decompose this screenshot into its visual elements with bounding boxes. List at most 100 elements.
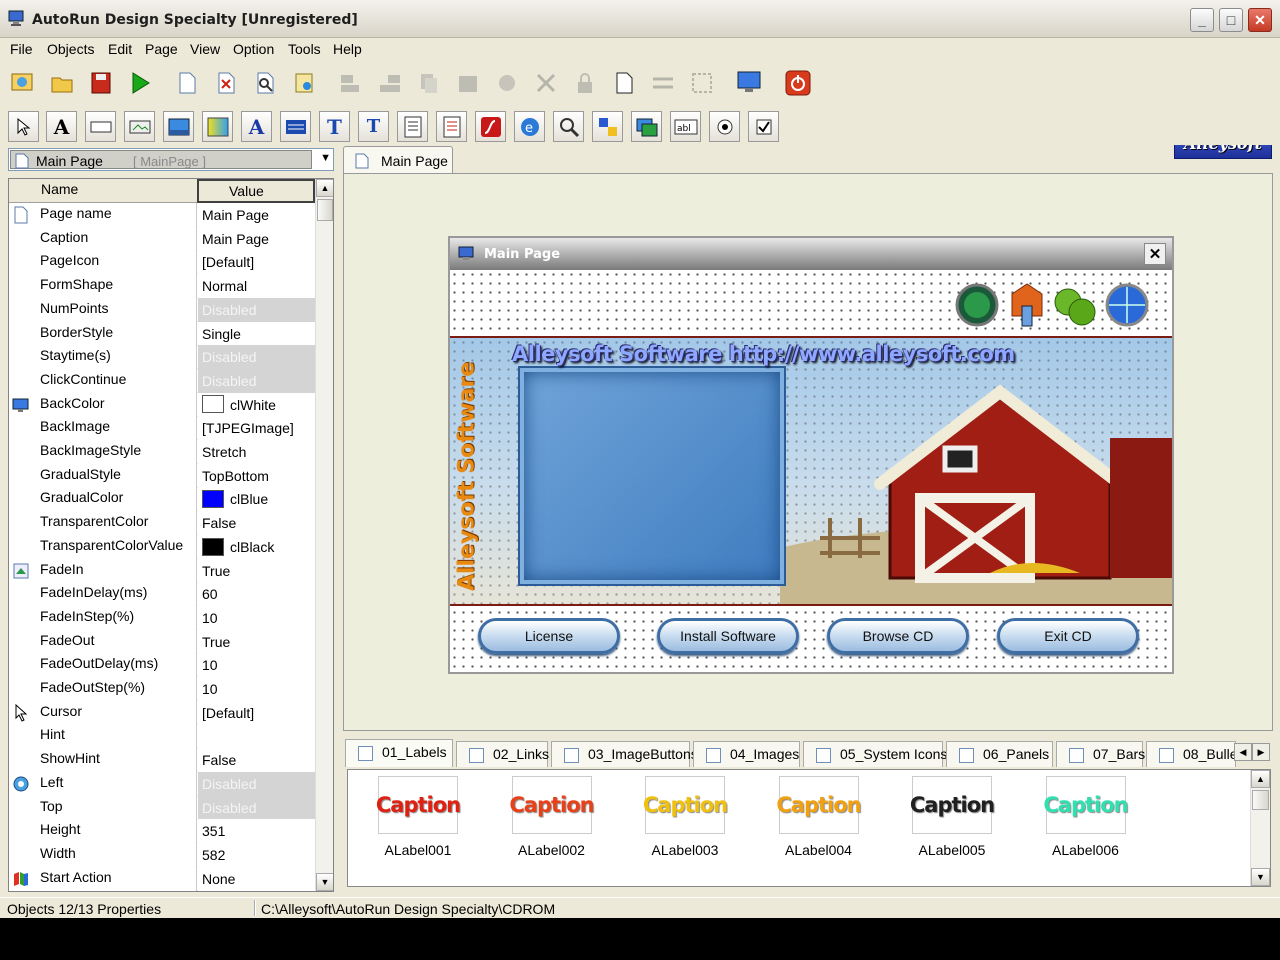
property-value[interactable]: True — [198, 558, 315, 583]
property-row[interactable]: Caption Main Page — [9, 226, 315, 251]
gradient-tool-icon[interactable] — [202, 111, 233, 142]
property-value[interactable]: False — [198, 748, 315, 773]
property-value[interactable]: TopBottom — [198, 463, 315, 488]
property-row[interactable]: Top Disabled — [9, 795, 315, 820]
save-icon[interactable] — [86, 68, 116, 98]
globe-icon[interactable] — [954, 282, 1000, 328]
menu-page[interactable]: Page — [145, 41, 178, 57]
property-value[interactable]: Single — [198, 321, 315, 346]
rich-text-tool-icon[interactable]: T — [358, 111, 389, 142]
library-item[interactable]: Caption ALabel001 — [358, 776, 461, 866]
install-software-button[interactable]: Install Software — [657, 618, 799, 654]
property-value[interactable]: False — [198, 511, 315, 536]
scroll-thumb[interactable] — [317, 199, 333, 221]
minimize-button[interactable]: _ — [1190, 8, 1214, 32]
size-icon[interactable] — [687, 68, 717, 98]
wizard-icon[interactable] — [8, 68, 38, 98]
copy-icon[interactable] — [414, 68, 444, 98]
power-icon[interactable] — [783, 68, 813, 98]
property-row[interactable]: Width 582 — [9, 842, 315, 867]
library-tab[interactable]: 08_Bullet — [1146, 741, 1241, 767]
scroll-down-icon[interactable]: ▼ — [316, 873, 333, 891]
edit-box-tool-icon[interactable]: abl — [670, 111, 701, 142]
design-canvas[interactable]: Main Page ✕ Alleysoft Software Alleysoft… — [343, 173, 1273, 731]
page-selector[interactable]: Main Page [ MainPage ] ▼ — [8, 148, 334, 171]
content-panel[interactable] — [520, 368, 784, 584]
button-tool-icon[interactable] — [85, 111, 116, 142]
library-tab[interactable]: 01_Labels — [345, 739, 453, 767]
property-value[interactable]: True — [198, 629, 315, 654]
property-row[interactable]: BackImage [TJPEGImage] — [9, 416, 315, 441]
library-tab[interactable]: 04_Images — [693, 741, 800, 767]
label-tool-icon[interactable]: A — [46, 111, 77, 142]
property-row[interactable]: FadeOut True — [9, 629, 315, 654]
property-row[interactable]: FadeIn True — [9, 558, 315, 583]
property-grid-scrollbar[interactable]: ▲ ▼ — [315, 179, 333, 891]
property-value[interactable]: clBlue — [198, 487, 315, 512]
property-row[interactable]: GradualStyle TopBottom — [9, 463, 315, 488]
radio-tool-icon[interactable] — [709, 111, 740, 142]
property-row[interactable]: ShowHint False — [9, 748, 315, 773]
property-row[interactable]: GradualColor clBlue — [9, 487, 315, 512]
property-row[interactable]: FadeInDelay(ms) 60 — [9, 582, 315, 607]
install-box-icon[interactable] — [1004, 280, 1050, 330]
property-value[interactable]: None — [198, 866, 315, 891]
window-tool-icon[interactable] — [631, 111, 662, 142]
chevron-down-icon[interactable]: ▼ — [320, 152, 331, 164]
property-row[interactable]: Page name Main Page — [9, 203, 315, 227]
chevron-right-icon[interactable]: ▶ — [1252, 743, 1270, 761]
property-row[interactable]: Left Disabled — [9, 771, 315, 796]
search-tool-icon[interactable] — [553, 111, 584, 142]
menu-help[interactable]: Help — [333, 41, 362, 57]
maximize-button[interactable]: □ — [1219, 8, 1243, 32]
property-value[interactable]: 10 — [198, 677, 315, 701]
scroll-thumb[interactable] — [1252, 790, 1269, 810]
property-value[interactable]: clBlack — [198, 534, 315, 559]
lock-icon[interactable] — [570, 68, 600, 98]
align-right-icon[interactable] — [375, 68, 405, 98]
library-tab[interactable]: 07_Bars — [1056, 741, 1145, 767]
menu-tools[interactable]: Tools — [288, 41, 321, 57]
menu-objects[interactable]: Objects — [47, 41, 94, 57]
form-close-icon[interactable]: ✕ — [1144, 243, 1166, 265]
property-row[interactable]: BackImageStyle Stretch — [9, 440, 315, 464]
exit-cd-button[interactable]: Exit CD — [997, 618, 1139, 654]
library-tab[interactable]: 06_Panels — [946, 741, 1053, 767]
properties-icon[interactable] — [609, 68, 639, 98]
menu-option[interactable]: Option — [233, 41, 274, 57]
menu-file[interactable]: File — [10, 41, 33, 57]
property-row[interactable]: TransparentColorValue clBlack — [9, 534, 315, 559]
new-page-icon[interactable] — [172, 68, 202, 98]
monitor-icon[interactable] — [734, 68, 764, 98]
property-row[interactable]: FadeInStep(%) 10 — [9, 605, 315, 630]
distribute-icon[interactable] — [648, 68, 678, 98]
property-row[interactable]: Staytime(s) Disabled — [9, 345, 315, 370]
scroll-down-icon[interactable]: ▼ — [1251, 868, 1270, 886]
tab-main-page[interactable]: Main Page — [343, 146, 453, 174]
property-value[interactable]: 582 — [198, 842, 315, 867]
preview-page-icon[interactable] — [250, 68, 280, 98]
property-row[interactable]: Height 351 — [9, 819, 315, 844]
menu-edit[interactable]: Edit — [108, 41, 132, 57]
checkbox-tool-icon[interactable] — [748, 111, 779, 142]
library-item[interactable]: Caption ALabel004 — [759, 776, 862, 866]
open-folder-icon[interactable] — [47, 68, 77, 98]
image-button-tool-icon[interactable] — [124, 111, 155, 142]
library-item[interactable]: Caption ALabel002 — [492, 776, 595, 866]
library-tab[interactable]: 05_System Icons — [803, 741, 947, 767]
property-value[interactable]: clWhite — [198, 392, 315, 417]
property-value[interactable]: [Default] — [198, 250, 315, 275]
property-value[interactable]: 10 — [198, 605, 315, 630]
cut-icon[interactable] — [531, 68, 561, 98]
property-row[interactable]: ClickContinue Disabled — [9, 368, 315, 393]
run-icon[interactable] — [125, 68, 155, 98]
property-row[interactable]: Hint — [9, 724, 315, 749]
image-tool-icon[interactable] — [163, 111, 194, 142]
property-row[interactable]: Start Action None — [9, 866, 315, 891]
property-row[interactable]: BackColor clWhite — [9, 392, 315, 417]
browse-cd-button[interactable]: Browse CD — [827, 618, 969, 654]
chevron-left-icon[interactable]: ◀ — [1234, 743, 1252, 761]
close-button[interactable]: ✕ — [1248, 8, 1272, 32]
document-tool-icon[interactable] — [436, 111, 467, 142]
property-value[interactable]: 10 — [198, 653, 315, 678]
